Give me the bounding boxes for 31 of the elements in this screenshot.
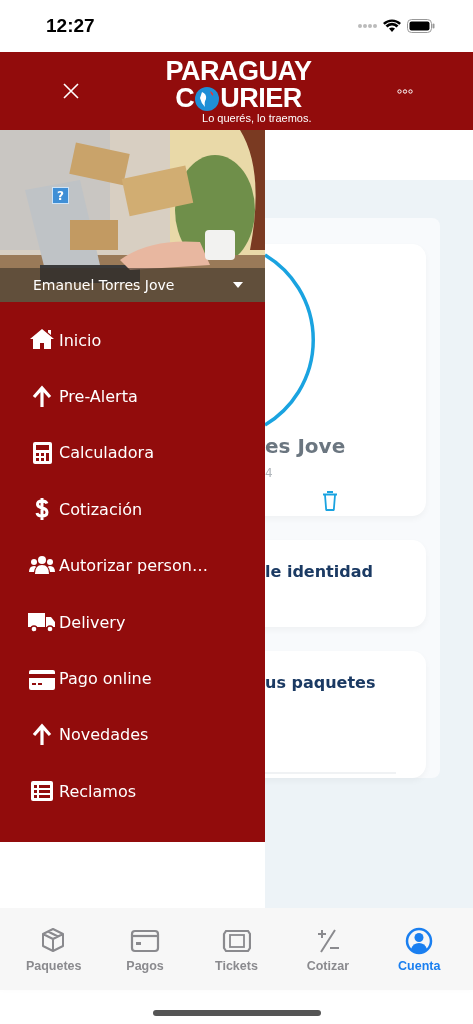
menu-item[interactable]: Pre-Alerta [0, 368, 265, 425]
caret-icon [233, 282, 243, 288]
close-icon[interactable] [62, 82, 80, 100]
account-selector[interactable]: Emanuel Torres Jove [0, 268, 265, 302]
broken-image-icon: ? [52, 187, 69, 204]
tab-button[interactable]: Cuenta [379, 925, 460, 973]
menu-item[interactable]: Calculadora [0, 424, 265, 482]
profile-name: es Jove [265, 434, 347, 458]
wifi-icon [383, 19, 401, 33]
menu-item[interactable]: Pago online [0, 650, 265, 707]
menu-item[interactable]: Inicio [0, 312, 265, 369]
user-name: Emanuel Torres Jove [33, 277, 175, 293]
battery-icon [407, 19, 435, 33]
menu-item[interactable]: Cotización [0, 481, 265, 538]
logo-text: URIER [220, 85, 302, 112]
account-icon [404, 925, 435, 956]
profile-detail: 4 [265, 466, 274, 480]
globe-icon [194, 85, 221, 112]
logo-text: C [175, 85, 195, 112]
card-title: us paquetes [265, 672, 377, 693]
logo-text: PARAGUAY [165, 58, 312, 85]
more-icon[interactable] [397, 88, 413, 94]
menu-item[interactable]: Novedades [0, 706, 265, 764]
signal-icon [357, 23, 377, 29]
clock-time: 12:27 [46, 15, 95, 37]
trash-icon[interactable] [321, 490, 339, 512]
menu-item[interactable]: Autorizar person… [0, 537, 265, 594]
menu-item[interactable]: Delivery [0, 593, 265, 651]
menu-item[interactable]: Reclamos [0, 763, 265, 820]
logo-tagline: Lo querés, lo traemos. [202, 113, 312, 124]
card-title: le identidad [265, 560, 374, 581]
